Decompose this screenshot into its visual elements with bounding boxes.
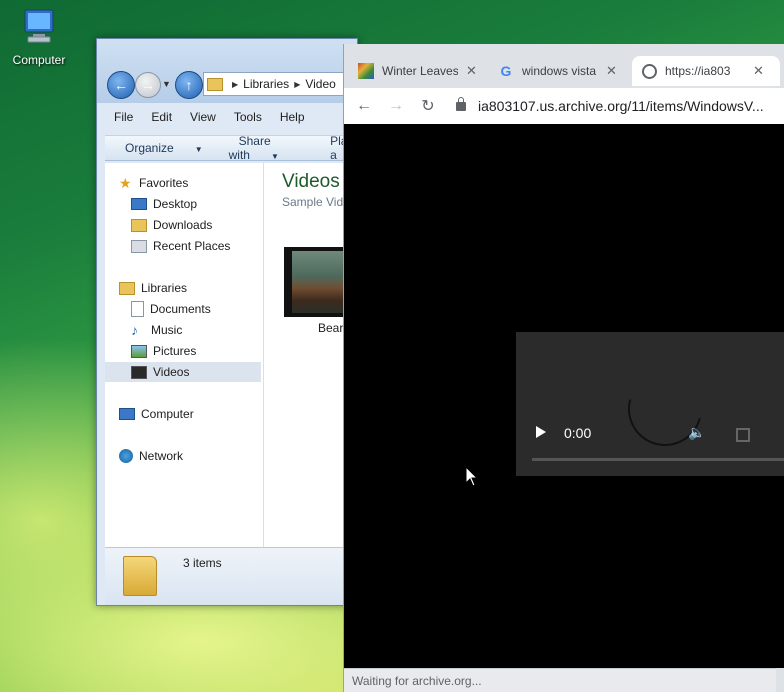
nav-label: Network (139, 449, 184, 463)
folder-icon (207, 77, 223, 91)
breadcrumb-current[interactable]: Video (305, 77, 335, 91)
globe-icon (642, 63, 657, 79)
play-icon[interactable] (536, 426, 546, 438)
desktop-computer-icon[interactable]: Computer (6, 8, 72, 67)
organize-button[interactable]: Organize ▼ (105, 141, 219, 155)
computer-icon (24, 9, 54, 43)
tab-title: https://ia803 (665, 64, 731, 78)
nav-label: Pictures (153, 344, 197, 358)
chevron-right-icon: ▶ (294, 79, 301, 89)
nav-label: Recent Places (153, 239, 231, 253)
explorer-window: ← → ▼ ↑ ▶ Libraries ▶ Video File Edit Vi… (96, 38, 358, 606)
arrow-up-icon: ↑ (185, 77, 193, 93)
up-button[interactable]: ↑ (175, 71, 203, 99)
volume-icon[interactable]: 🔈 (688, 424, 705, 441)
browser-window: Winter Leaves ✕ G windows vista ✕ https:… (343, 44, 784, 692)
tab-windows-vista[interactable]: G windows vista ✕ (498, 56, 628, 86)
video-thumbnail[interactable] (284, 247, 348, 317)
nav-label: Documents (150, 302, 211, 316)
star-icon: ★ (119, 175, 132, 191)
videos-icon (131, 365, 147, 379)
desktop-icon (131, 198, 147, 210)
library-title: Videos (282, 171, 340, 192)
nav-favorites[interactable]: ★ Favorites (119, 173, 275, 193)
close-icon[interactable]: ✕ (753, 63, 764, 79)
address-bar[interactable]: ▶ Libraries ▶ Video (203, 72, 357, 96)
nav-label: Music (151, 323, 183, 337)
nav-libraries[interactable]: Libraries (119, 278, 275, 298)
back-button[interactable]: ← (107, 71, 135, 99)
nav-label: Desktop (153, 197, 198, 211)
chevron-right-icon: ▶ (232, 79, 239, 89)
menu-edit[interactable]: Edit (142, 107, 181, 127)
folder-icon (123, 556, 157, 596)
item-count: 3 items (183, 556, 222, 570)
network-icon (119, 449, 133, 463)
video-progress-bar[interactable] (532, 458, 784, 461)
menu-tools[interactable]: Tools (225, 107, 271, 127)
fullscreen-icon[interactable] (736, 428, 750, 442)
pictures-icon (131, 344, 147, 358)
arrow-left-icon: ← (114, 77, 128, 93)
navigation-pane: ★ Favorites Desktop Downloads Recent Pla… (105, 163, 264, 547)
forward-button[interactable]: → (135, 72, 161, 98)
nav-label: Favorites (139, 176, 189, 190)
page-viewport: 0:00 🔈 (344, 124, 784, 668)
address-bar[interactable]: ia803107.us.archive.org/11/items/Windows… (456, 92, 784, 120)
tab-strip: Winter Leaves ✕ G windows vista ✕ https:… (344, 44, 784, 90)
share-with-button[interactable]: Share with ▼ (219, 134, 321, 162)
chevron-down-icon: ▼ (270, 152, 279, 161)
breadcrumb-libraries[interactable]: Libraries (243, 77, 289, 91)
downloads-icon (131, 218, 147, 232)
recent-places-icon (131, 239, 147, 253)
close-icon[interactable]: ✕ (466, 63, 477, 79)
winter-leaves-icon (358, 63, 374, 79)
command-bar: Organize ▼ Share with ▼ Play a (105, 134, 357, 162)
menu-file[interactable]: File (105, 107, 142, 127)
documents-icon (131, 301, 144, 317)
menu-help[interactable]: Help (271, 107, 314, 127)
nav-label: Videos (153, 365, 190, 379)
libraries-icon (119, 281, 135, 295)
tab-title: Winter Leaves (382, 64, 458, 78)
arrow-right-icon: → (141, 77, 155, 93)
back-arrow-icon[interactable]: ← (352, 97, 376, 115)
url-text: ia803107.us.archive.org/11/items/Windows… (478, 98, 764, 114)
video-file-label[interactable]: Bear (318, 321, 343, 335)
tab-title: windows vista (522, 64, 597, 78)
google-icon: G (500, 63, 512, 79)
video-time: 0:00 (564, 425, 592, 441)
details-pane: 3 items (105, 547, 357, 605)
music-icon: ♪ (131, 322, 138, 338)
browser-toolbar: ← → ↻ ia803107.us.archive.org/11/items/W… (344, 88, 784, 124)
history-dropdown-icon[interactable]: ▼ (162, 79, 171, 89)
nav-videos[interactable]: Videos (105, 362, 261, 382)
chevron-down-icon: ▼ (194, 145, 203, 154)
nav-label: Computer (141, 407, 194, 421)
nav-label: Downloads (153, 218, 213, 232)
menu-view[interactable]: View (181, 107, 225, 127)
organize-label: Organize (125, 141, 174, 155)
tab-archive[interactable]: https://ia803 ✕ (632, 56, 780, 86)
tab-winter-leaves[interactable]: Winter Leaves ✕ (358, 56, 488, 86)
video-player[interactable]: 0:00 🔈 (516, 332, 784, 476)
lock-icon (456, 96, 466, 111)
desktop-icon-label: Computer (12, 53, 66, 67)
close-icon[interactable]: ✕ (606, 63, 617, 79)
menu-bar: File Edit View Tools Help (105, 107, 357, 127)
loading-spinner-icon (614, 358, 716, 460)
nav-label: Libraries (141, 281, 188, 295)
mouse-cursor-icon (465, 466, 479, 487)
library-subtitle: Sample Vid (282, 195, 344, 209)
nav-network[interactable]: Network (119, 446, 275, 466)
bear-thumbnail-image (292, 251, 348, 313)
nav-computer[interactable]: Computer (119, 404, 275, 424)
computer-icon (119, 408, 135, 420)
forward-arrow-icon[interactable]: → (384, 97, 408, 115)
status-bar: Waiting for archive.org... (344, 668, 776, 692)
reload-icon[interactable]: ↻ (416, 96, 440, 116)
